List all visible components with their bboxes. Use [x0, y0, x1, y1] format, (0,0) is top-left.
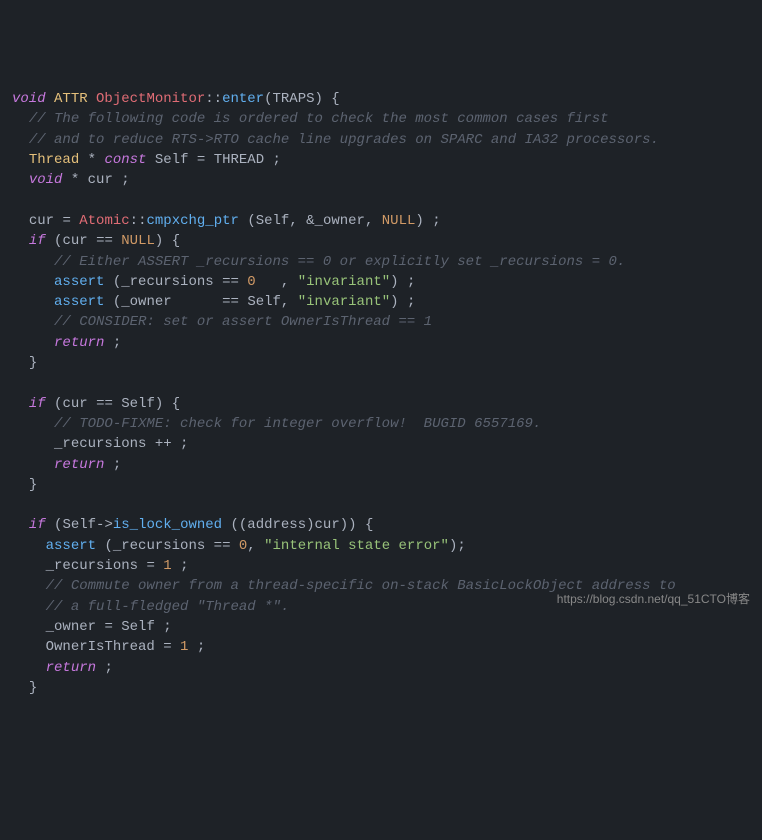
- keyword-if: if: [29, 396, 46, 412]
- keyword-if: if: [29, 233, 46, 249]
- comment: // a full-fledged "Thread *".: [46, 599, 290, 615]
- ns-atomic: Atomic: [79, 213, 129, 229]
- type-attr: ATTR: [54, 91, 88, 107]
- comment: // and to reduce RTS->RTO cache line upg…: [29, 132, 659, 148]
- fn-assert: assert: [46, 538, 96, 554]
- keyword-return: return: [54, 335, 104, 351]
- comment: // CONSIDER: set or assert OwnerIsThread…: [54, 314, 432, 330]
- keyword-void: void: [29, 172, 63, 188]
- number-one: 1: [180, 639, 188, 655]
- null-literal: NULL: [382, 213, 416, 229]
- comment: // The following code is ordered to chec…: [29, 111, 609, 127]
- keyword-const: const: [104, 152, 146, 168]
- null-literal: NULL: [121, 233, 155, 249]
- keyword-void: void: [12, 91, 46, 107]
- comment: // Either ASSERT _recursions == 0 or exp…: [54, 254, 625, 270]
- watermark: https://blog.csdn.net/qq_51CTO博客: [557, 591, 750, 608]
- fn-islockowned: is_lock_owned: [113, 517, 222, 533]
- number-one: 1: [163, 558, 171, 574]
- class-objectmonitor: ObjectMonitor: [96, 91, 205, 107]
- keyword-return: return: [46, 660, 96, 676]
- number-zero: 0: [247, 274, 255, 290]
- string-invariant: "invariant": [298, 274, 390, 290]
- fn-assert: assert: [54, 294, 104, 310]
- keyword-return: return: [54, 457, 104, 473]
- fn-cmpxchg: cmpxchg_ptr: [146, 213, 238, 229]
- type-thread: Thread: [29, 152, 79, 168]
- fn-enter: enter: [222, 91, 264, 107]
- fn-assert: assert: [54, 274, 104, 290]
- comment: // TODO-FIXME: check for integer overflo…: [54, 416, 541, 432]
- keyword-if: if: [29, 517, 46, 533]
- string-internal-error: "internal state error": [264, 538, 449, 554]
- string-invariant: "invariant": [298, 294, 390, 310]
